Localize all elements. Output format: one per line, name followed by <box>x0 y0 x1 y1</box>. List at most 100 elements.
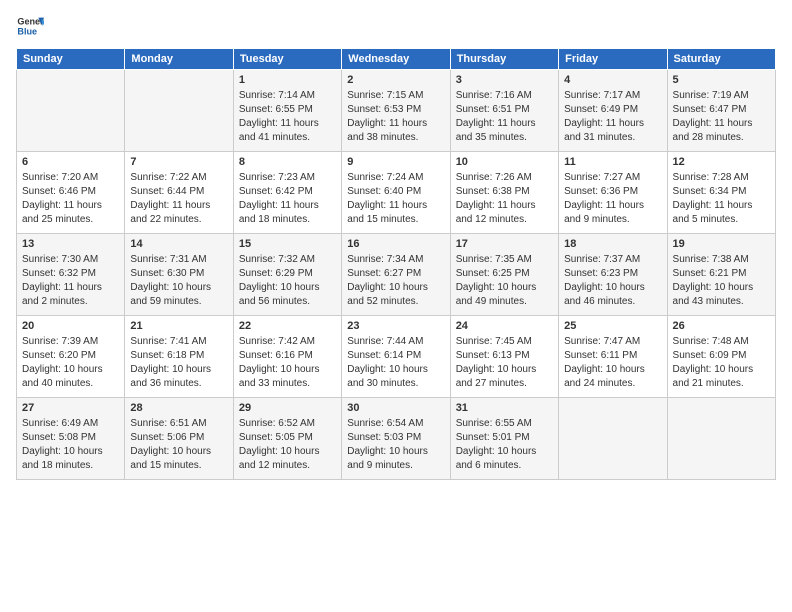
calendar-cell: 29Sunrise: 6:52 AMSunset: 5:05 PMDayligh… <box>233 398 341 480</box>
calendar-cell: 11Sunrise: 7:27 AMSunset: 6:36 PMDayligh… <box>559 152 667 234</box>
day-info: Sunrise: 7:26 AM <box>456 171 553 185</box>
day-info: Sunset: 6:53 PM <box>347 103 444 117</box>
day-info: Sunset: 5:06 PM <box>130 431 227 445</box>
day-info: Sunrise: 6:51 AM <box>130 417 227 431</box>
page-container: General Blue SundayMondayTuesdayWednesda… <box>0 0 792 488</box>
day-info: Daylight: 11 hours and 5 minutes. <box>673 199 770 227</box>
day-number: 15 <box>239 237 336 252</box>
calendar-cell: 18Sunrise: 7:37 AMSunset: 6:23 PMDayligh… <box>559 234 667 316</box>
svg-text:Blue: Blue <box>17 26 37 36</box>
day-number: 25 <box>564 319 661 334</box>
day-info: Daylight: 11 hours and 35 minutes. <box>456 117 553 145</box>
day-info: Sunrise: 7:23 AM <box>239 171 336 185</box>
day-number: 5 <box>673 73 770 88</box>
day-info: Sunset: 6:16 PM <box>239 349 336 363</box>
day-info: Sunset: 5:08 PM <box>22 431 119 445</box>
day-number: 24 <box>456 319 553 334</box>
day-number: 13 <box>22 237 119 252</box>
day-info: Daylight: 10 hours and 27 minutes. <box>456 363 553 391</box>
day-info: Sunrise: 6:52 AM <box>239 417 336 431</box>
day-info: Daylight: 11 hours and 15 minutes. <box>347 199 444 227</box>
calendar-cell: 28Sunrise: 6:51 AMSunset: 5:06 PMDayligh… <box>125 398 233 480</box>
day-info: Daylight: 10 hours and 43 minutes. <box>673 281 770 309</box>
calendar-day-header: Tuesday <box>233 49 341 70</box>
day-info: Daylight: 11 hours and 41 minutes. <box>239 117 336 145</box>
day-info: Sunset: 6:42 PM <box>239 185 336 199</box>
calendar-cell: 16Sunrise: 7:34 AMSunset: 6:27 PMDayligh… <box>342 234 450 316</box>
day-info: Sunset: 6:14 PM <box>347 349 444 363</box>
day-info: Sunrise: 7:30 AM <box>22 253 119 267</box>
calendar-cell: 30Sunrise: 6:54 AMSunset: 5:03 PMDayligh… <box>342 398 450 480</box>
day-number: 11 <box>564 155 661 170</box>
day-number: 6 <box>22 155 119 170</box>
day-info: Sunrise: 7:22 AM <box>130 171 227 185</box>
day-info: Daylight: 10 hours and 59 minutes. <box>130 281 227 309</box>
day-number: 28 <box>130 401 227 416</box>
day-info: Sunrise: 7:34 AM <box>347 253 444 267</box>
day-info: Daylight: 11 hours and 12 minutes. <box>456 199 553 227</box>
calendar-cell: 21Sunrise: 7:41 AMSunset: 6:18 PMDayligh… <box>125 316 233 398</box>
day-info: Daylight: 11 hours and 18 minutes. <box>239 199 336 227</box>
page-header: General Blue <box>16 12 776 40</box>
day-number: 23 <box>347 319 444 334</box>
day-number: 9 <box>347 155 444 170</box>
calendar-cell: 14Sunrise: 7:31 AMSunset: 6:30 PMDayligh… <box>125 234 233 316</box>
day-info: Sunset: 6:18 PM <box>130 349 227 363</box>
calendar-cell: 5Sunrise: 7:19 AMSunset: 6:47 PMDaylight… <box>667 70 775 152</box>
day-info: Sunrise: 7:42 AM <box>239 335 336 349</box>
day-info: Sunset: 6:27 PM <box>347 267 444 281</box>
calendar-cell: 24Sunrise: 7:45 AMSunset: 6:13 PMDayligh… <box>450 316 558 398</box>
day-info: Sunrise: 7:28 AM <box>673 171 770 185</box>
calendar-cell: 23Sunrise: 7:44 AMSunset: 6:14 PMDayligh… <box>342 316 450 398</box>
calendar-cell <box>559 398 667 480</box>
calendar-cell: 3Sunrise: 7:16 AMSunset: 6:51 PMDaylight… <box>450 70 558 152</box>
day-number: 3 <box>456 73 553 88</box>
day-number: 14 <box>130 237 227 252</box>
day-number: 2 <box>347 73 444 88</box>
calendar-cell: 20Sunrise: 7:39 AMSunset: 6:20 PMDayligh… <box>17 316 125 398</box>
day-info: Sunset: 6:20 PM <box>22 349 119 363</box>
calendar-cell: 7Sunrise: 7:22 AMSunset: 6:44 PMDaylight… <box>125 152 233 234</box>
day-number: 10 <box>456 155 553 170</box>
calendar-cell: 12Sunrise: 7:28 AMSunset: 6:34 PMDayligh… <box>667 152 775 234</box>
calendar-cell: 1Sunrise: 7:14 AMSunset: 6:55 PMDaylight… <box>233 70 341 152</box>
day-number: 12 <box>673 155 770 170</box>
day-info: Sunset: 6:32 PM <box>22 267 119 281</box>
day-info: Sunrise: 7:47 AM <box>564 335 661 349</box>
day-info: Sunset: 6:09 PM <box>673 349 770 363</box>
calendar-day-header: Sunday <box>17 49 125 70</box>
day-info: Sunset: 6:30 PM <box>130 267 227 281</box>
day-info: Sunrise: 7:27 AM <box>564 171 661 185</box>
day-info: Sunset: 6:46 PM <box>22 185 119 199</box>
day-info: Daylight: 10 hours and 46 minutes. <box>564 281 661 309</box>
day-info: Sunrise: 7:38 AM <box>673 253 770 267</box>
day-number: 31 <box>456 401 553 416</box>
calendar-cell: 6Sunrise: 7:20 AMSunset: 6:46 PMDaylight… <box>17 152 125 234</box>
day-number: 21 <box>130 319 227 334</box>
day-info: Daylight: 10 hours and 6 minutes. <box>456 445 553 473</box>
calendar-cell: 8Sunrise: 7:23 AMSunset: 6:42 PMDaylight… <box>233 152 341 234</box>
day-number: 30 <box>347 401 444 416</box>
calendar-day-header: Monday <box>125 49 233 70</box>
calendar-cell: 26Sunrise: 7:48 AMSunset: 6:09 PMDayligh… <box>667 316 775 398</box>
calendar-week-row: 1Sunrise: 7:14 AMSunset: 6:55 PMDaylight… <box>17 70 776 152</box>
calendar-cell <box>667 398 775 480</box>
day-info: Sunset: 6:11 PM <box>564 349 661 363</box>
day-number: 7 <box>130 155 227 170</box>
calendar-cell <box>125 70 233 152</box>
day-info: Sunset: 6:23 PM <box>564 267 661 281</box>
day-info: Sunrise: 7:35 AM <box>456 253 553 267</box>
day-number: 26 <box>673 319 770 334</box>
day-info: Sunset: 5:03 PM <box>347 431 444 445</box>
day-info: Daylight: 10 hours and 33 minutes. <box>239 363 336 391</box>
day-info: Daylight: 11 hours and 31 minutes. <box>564 117 661 145</box>
day-number: 17 <box>456 237 553 252</box>
calendar-week-row: 13Sunrise: 7:30 AMSunset: 6:32 PM Dayligh… <box>17 234 776 316</box>
calendar-cell: 10Sunrise: 7:26 AMSunset: 6:38 PMDayligh… <box>450 152 558 234</box>
day-number: 20 <box>22 319 119 334</box>
calendar-cell: 17Sunrise: 7:35 AMSunset: 6:25 PMDayligh… <box>450 234 558 316</box>
calendar-cell: 22Sunrise: 7:42 AMSunset: 6:16 PMDayligh… <box>233 316 341 398</box>
day-number: 16 <box>347 237 444 252</box>
calendar-week-row: 20Sunrise: 7:39 AMSunset: 6:20 PMDayligh… <box>17 316 776 398</box>
calendar-cell: 9Sunrise: 7:24 AMSunset: 6:40 PMDaylight… <box>342 152 450 234</box>
